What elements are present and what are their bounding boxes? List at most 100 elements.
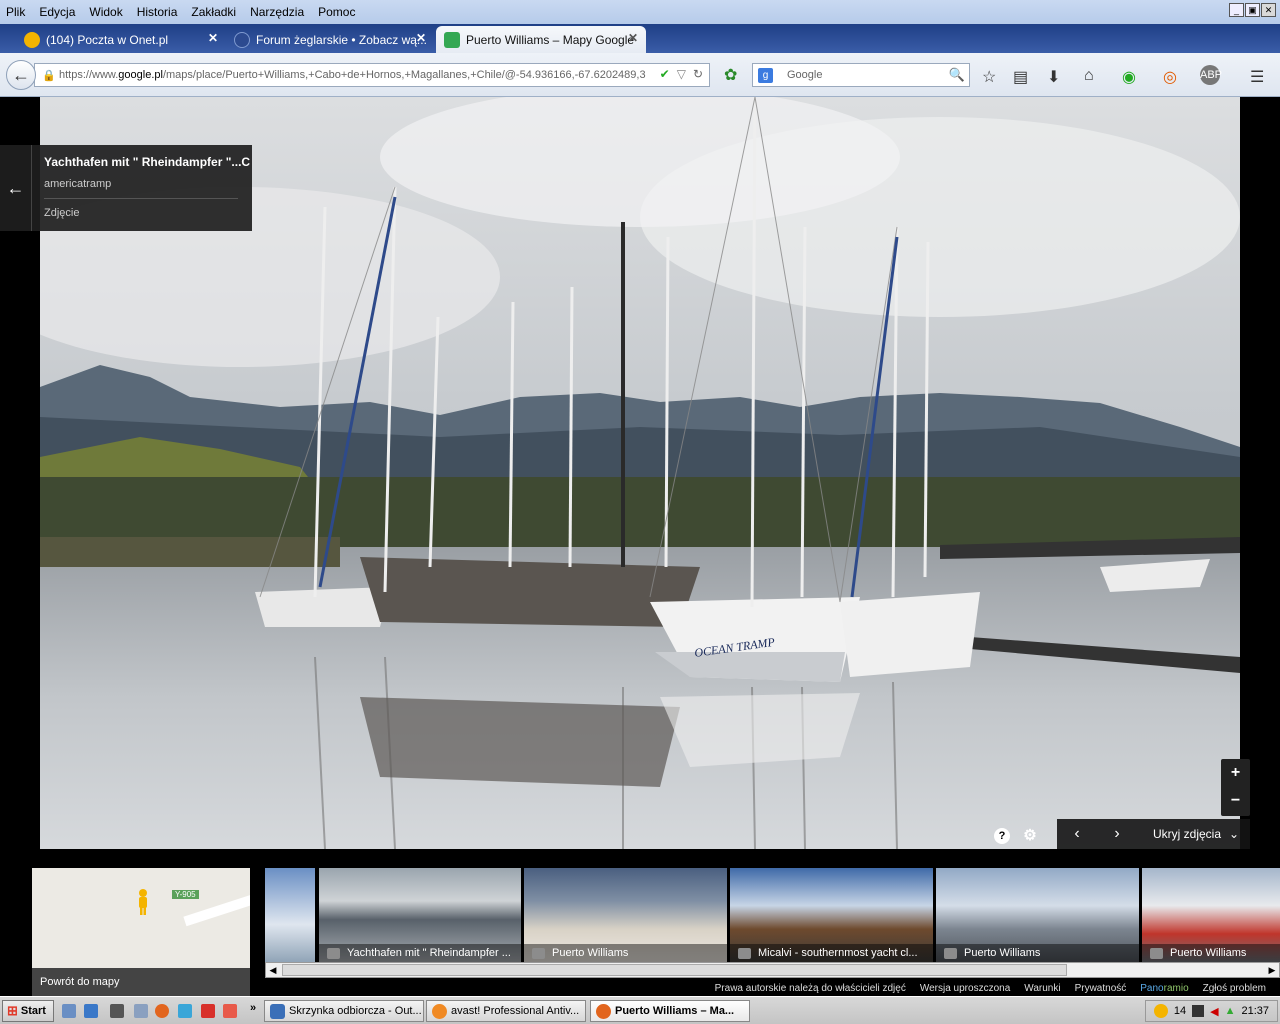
reload-icon[interactable]: ↻ xyxy=(693,67,703,81)
addon-icon[interactable]: ✿ xyxy=(724,65,737,85)
start-button[interactable]: ⊞ Start xyxy=(2,1000,54,1022)
firefox-icon xyxy=(596,1004,611,1019)
extension-icon[interactable]: ◎ xyxy=(1163,67,1177,87)
tab-label: Forum żeglarskie • Zobacz wą... xyxy=(256,32,427,47)
thumbnail[interactable]: Puerto Williams xyxy=(936,868,1139,962)
tab-google-maps[interactable]: Puerto Williams – Mapy Google ✕ xyxy=(436,26,646,53)
task-label: Skrzynka odbiorcza - Out... xyxy=(289,1005,422,1017)
close-tab-icon[interactable]: ✕ xyxy=(208,31,218,45)
security-addon-icon[interactable]: ◉ xyxy=(1122,67,1136,87)
tray-app-icon[interactable] xyxy=(1192,1005,1205,1017)
download-icon[interactable]: ⬇ xyxy=(1047,67,1060,87)
footer-links: Prawa autorskie należą do właścicieli zd… xyxy=(0,981,1280,996)
panel-back-button[interactable]: ← xyxy=(0,145,32,231)
dropdown-icon[interactable]: ▽ xyxy=(677,67,686,81)
scrollbar-thumb[interactable] xyxy=(282,964,1067,976)
outlook-icon xyxy=(270,1004,285,1019)
panoramio-link[interactable]: Panoramio xyxy=(1140,983,1188,994)
firefox-icon[interactable] xyxy=(155,1004,169,1018)
lite-version-link[interactable]: Wersja uproszczona xyxy=(920,983,1010,994)
tab-onet[interactable]: (104) Poczta w Onet.pl ✕ xyxy=(0,26,226,53)
lock-icon: 🔒 xyxy=(42,70,56,82)
app-icon[interactable] xyxy=(178,1004,192,1018)
url-path: /maps/place/Puerto+Williams,+Cabo+de+Hor… xyxy=(162,69,646,81)
thumbnail-scrollbar[interactable]: ◀ ▶ xyxy=(265,962,1280,978)
pegman-icon[interactable] xyxy=(136,888,150,916)
road-sign: Y-905 xyxy=(172,890,199,899)
opera-icon[interactable] xyxy=(223,1004,237,1018)
thumbnail[interactable]: Puerto Williams xyxy=(1142,868,1280,962)
chevron-down-icon[interactable]: ⌄ xyxy=(1229,827,1239,841)
task-avast[interactable]: avast! Professional Antiv... xyxy=(426,1000,586,1022)
hide-photos-button[interactable]: Ukryj zdjęcia xyxy=(1153,827,1221,841)
back-arrow-icon: ← xyxy=(6,177,25,198)
close-tab-icon[interactable]: ✕ xyxy=(416,31,426,45)
menu-help[interactable]: Pomoc xyxy=(311,5,362,19)
photo-type: Zdjęcie xyxy=(44,207,80,219)
minimize-icon[interactable]: _ xyxy=(1229,3,1244,17)
menu-tools[interactable]: Narzędzia xyxy=(243,5,311,19)
thumbnail[interactable]: Micalvi - southernmost yacht cl... xyxy=(730,868,933,962)
zoom-out-button[interactable]: − xyxy=(1221,787,1250,815)
back-button[interactable]: ← xyxy=(6,60,36,90)
menu-file[interactable]: Plik xyxy=(0,5,32,19)
tray-sound-icon[interactable]: ◀ xyxy=(1210,1005,1218,1018)
terms-link[interactable]: Warunki xyxy=(1024,983,1060,994)
url-prefix: https://www. xyxy=(59,69,119,81)
task-label: avast! Professional Antiv... xyxy=(451,1005,580,1017)
reading-list-icon[interactable]: ▤ xyxy=(1013,67,1028,87)
mini-map[interactable]: Y-905 Powrót do mapy xyxy=(32,868,250,996)
previous-photo-icon[interactable]: ‹ xyxy=(1057,825,1097,843)
settings-gear-icon[interactable]: ⚙ xyxy=(1022,828,1038,844)
url-bar[interactable]: 🔒 https://www. google.pl/maps/place/Puert… xyxy=(34,63,710,87)
thumbnail[interactable]: Yachthafen mit " Rheindampfer ... xyxy=(319,868,521,962)
thumbnail-caption: Puerto Williams xyxy=(1142,944,1280,962)
messenger-icon[interactable] xyxy=(110,1004,124,1018)
check-icon[interactable]: ✔ xyxy=(659,67,670,81)
menu-icon[interactable]: ☰ xyxy=(1250,67,1264,87)
tab-label: (104) Poczta w Onet.pl xyxy=(46,32,169,47)
scroll-left-icon[interactable]: ◀ xyxy=(266,963,280,977)
menu-bar: Plik Edycja Widok Historia Zakładki Narz… xyxy=(0,0,1280,24)
search-input[interactable]: g Google 🔍 xyxy=(752,63,970,87)
bookmark-star-icon[interactable]: ☆ xyxy=(982,67,996,87)
scroll-right-icon[interactable]: ▶ xyxy=(1265,963,1279,977)
adblock-icon[interactable]: ABP xyxy=(1200,65,1222,85)
virus-icon[interactable] xyxy=(201,1004,215,1018)
task-firefox[interactable]: Puerto Williams – Ma... xyxy=(590,1000,750,1022)
notepad-icon[interactable] xyxy=(134,1004,148,1018)
photo-navigation: ‹ › Ukryj zdjęcia ⌄ xyxy=(1057,819,1250,849)
explorer-icon[interactable] xyxy=(84,1004,98,1018)
tab-strip: (104) Poczta w Onet.pl ✕ Forum żeglarski… xyxy=(0,24,1280,71)
privacy-link[interactable]: Prywatność xyxy=(1075,983,1127,994)
zoom-in-button[interactable]: + xyxy=(1221,759,1250,787)
more-quicklaunch-icon[interactable]: » xyxy=(250,1002,256,1014)
tray-weather-icon[interactable] xyxy=(1153,1004,1168,1018)
menu-edit[interactable]: Edycja xyxy=(32,5,82,19)
tab-forum[interactable]: Forum żeglarskie • Zobacz wą... ✕ xyxy=(228,26,434,53)
close-window-icon[interactable]: ✕ xyxy=(1261,3,1276,17)
screen: { "menu": ["Plik","Edycja","Widok","Hist… xyxy=(0,0,1280,1024)
onet-icon xyxy=(24,32,40,48)
thumbnail[interactable]: Puerto Williams xyxy=(524,868,727,962)
menu-history[interactable]: Historia xyxy=(130,5,185,19)
tray-network-icon[interactable]: ▲ xyxy=(1225,1005,1236,1017)
next-photo-icon[interactable]: › xyxy=(1097,825,1137,843)
thumbnail-caption: Puerto Williams xyxy=(936,944,1139,962)
close-tab-icon[interactable]: ✕ xyxy=(628,31,638,45)
show-desktop-icon[interactable] xyxy=(62,1004,76,1018)
restore-icon[interactable]: ▣ xyxy=(1245,3,1260,17)
help-controls: ? ⚙ xyxy=(994,828,1038,844)
task-outlook[interactable]: Skrzynka odbiorcza - Out... xyxy=(264,1000,424,1022)
help-icon[interactable]: ? xyxy=(994,828,1010,844)
photo-title[interactable]: Yachthafen mit " Rheindampfer "...C xyxy=(44,155,250,169)
thumbnail-caption: Micalvi - southernmost yacht cl... xyxy=(730,944,933,962)
photo-author[interactable]: americatramp xyxy=(44,178,111,190)
magnifier-icon[interactable]: 🔍 xyxy=(949,67,965,83)
google-search-icon: g xyxy=(758,68,773,83)
thumbnail[interactable] xyxy=(265,868,315,962)
menu-view[interactable]: Widok xyxy=(82,5,129,19)
report-problem-link[interactable]: Zgłoś problem xyxy=(1203,983,1266,994)
menu-bookmarks[interactable]: Zakładki xyxy=(184,5,243,19)
home-icon[interactable]: ⌂ xyxy=(1084,67,1094,85)
